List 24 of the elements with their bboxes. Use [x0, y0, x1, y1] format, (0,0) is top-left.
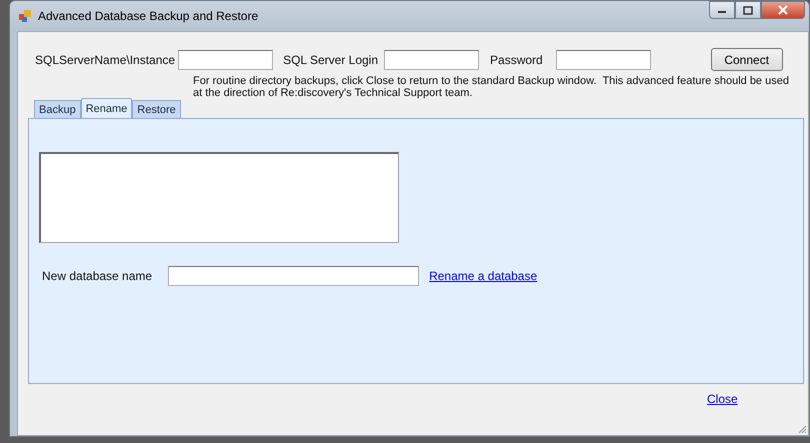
- field-label: SQL Server Login: [283, 52, 378, 68]
- connect-button[interactable]: Connect: [710, 48, 783, 71]
- maximize-button[interactable]: [735, 1, 761, 19]
- close-button[interactable]: [761, 1, 805, 19]
- new-name-field[interactable]: [168, 266, 420, 286]
- tab[interactable]: Backup: [34, 100, 81, 118]
- maximize-icon: [743, 6, 753, 14]
- field-label: SQLServerName\Instance: [35, 52, 176, 68]
- minimize-button[interactable]: [709, 1, 735, 19]
- window-title: Advanced Database Backup and Restore: [38, 8, 258, 25]
- resize-grip-icon: [797, 424, 807, 434]
- database-list[interactable]: [39, 152, 399, 243]
- server-instance-field[interactable]: [178, 50, 274, 70]
- rename-link[interactable]: Rename a database: [429, 267, 538, 285]
- field-label: New database name: [42, 268, 152, 285]
- tab[interactable]: Rename: [80, 98, 132, 118]
- tab[interactable]: Restore: [132, 100, 181, 118]
- password-field[interactable]: [556, 50, 651, 70]
- notice-text: For routine directory backups, click Close to return to the standard Backup window. This advanced feature should be used at the direction of Re:discovery's Technical Support team.: [193, 75, 790, 99]
- app-icon: [18, 9, 32, 23]
- field-label: Password: [490, 52, 543, 68]
- close-icon: [778, 5, 788, 15]
- close-link[interactable]: Close: [707, 390, 738, 408]
- login-field[interactable]: [384, 50, 480, 70]
